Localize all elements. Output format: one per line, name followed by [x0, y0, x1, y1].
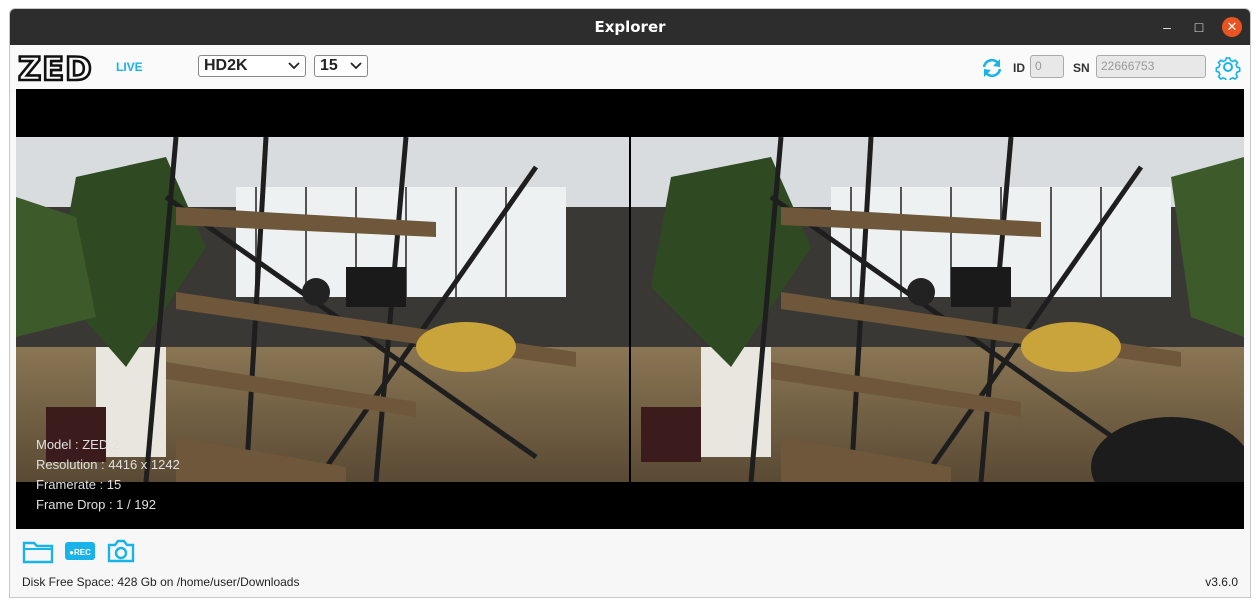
framerate-info: Framerate : 15 [36, 477, 122, 492]
sn-label: SN [1073, 61, 1090, 75]
record-icon[interactable]: ●REC [64, 537, 96, 565]
title-bar: Explorer – □ ✕ [10, 9, 1250, 45]
bottom-bar: ●REC Disk Free Space: 428 Gb on /home/us… [10, 529, 1250, 597]
chevron-down-icon [350, 62, 362, 70]
toolbar: ZED LIVE HD2K 15 ID 0 SN 22666753 [10, 45, 1250, 89]
camera-info-overlay: Model : ZED 2 Resolution : 4416 x 1242 F… [36, 435, 180, 515]
camera-icon[interactable] [106, 537, 136, 565]
framerate-select[interactable]: 15 [314, 55, 368, 77]
sn-field[interactable]: 22666753 [1096, 55, 1206, 78]
camera-viewport: Model : ZED 2 Resolution : 4416 x 1242 F… [16, 89, 1244, 529]
resolution-select[interactable]: HD2K [198, 55, 306, 77]
refresh-icon[interactable] [980, 57, 1004, 79]
minimize-button[interactable]: – [1158, 18, 1176, 36]
chevron-down-icon [288, 62, 300, 70]
frame-drop-info: Frame Drop : 1 / 192 [36, 497, 156, 512]
right-camera-image [631, 137, 1244, 482]
app-version: v3.6.0 [1205, 575, 1238, 589]
model-info: Model : ZED 2 [36, 437, 120, 452]
close-button[interactable]: ✕ [1222, 17, 1242, 37]
window-title: Explorer [594, 18, 666, 36]
disk-free-status: Disk Free Space: 428 Gb on /home/user/Do… [22, 575, 300, 589]
live-badge: LIVE [116, 60, 143, 74]
settings-gear-icon[interactable] [1215, 54, 1241, 80]
resolution-value: HD2K [204, 57, 248, 74]
svg-text:ZED: ZED [18, 53, 93, 83]
zed-logo: ZED [18, 53, 93, 83]
svg-text:●REC: ●REC [69, 548, 91, 557]
explorer-window: Explorer – □ ✕ ZED LIVE HD2K 15 ID 0 SN … [9, 8, 1251, 598]
maximize-button[interactable]: □ [1190, 18, 1208, 36]
left-camera-image [16, 137, 629, 482]
resolution-info: Resolution : 4416 x 1242 [36, 457, 180, 472]
id-field[interactable]: 0 [1030, 55, 1064, 78]
folder-icon[interactable] [22, 537, 54, 565]
framerate-value: 15 [320, 57, 338, 74]
id-label: ID [1013, 61, 1025, 75]
